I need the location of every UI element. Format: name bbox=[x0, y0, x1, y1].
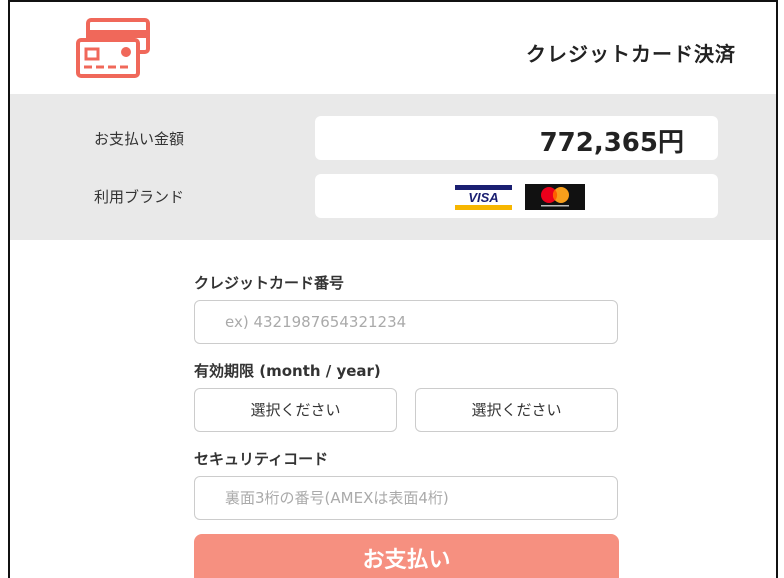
expiry-year-select[interactable]: 選択ください bbox=[415, 388, 618, 432]
page-title: クレジットカード決済 bbox=[526, 42, 736, 66]
security-code-label: セキュリティコード bbox=[194, 450, 329, 468]
amount-value: 772,365円 bbox=[539, 128, 684, 158]
card-number-label: クレジットカード番号 bbox=[194, 274, 345, 292]
credit-card-icon bbox=[76, 18, 150, 78]
visa-logo: VISA bbox=[455, 185, 512, 210]
payment-summary: お支払い金額 772,365円 利用ブランド VISA bbox=[10, 94, 776, 240]
amount-box: 772,365円 bbox=[315, 116, 718, 160]
amount-label: お支払い金額 bbox=[94, 130, 185, 148]
pay-button[interactable]: お支払い bbox=[194, 534, 619, 578]
security-code-input[interactable] bbox=[194, 476, 618, 520]
expiry-month-select[interactable]: 選択ください bbox=[194, 388, 397, 432]
svg-text:VISA: VISA bbox=[468, 190, 498, 205]
brand-box: VISA bbox=[315, 174, 718, 218]
mastercard-logo bbox=[525, 184, 585, 210]
expiry-label: 有効期限 (month / year) bbox=[194, 362, 381, 380]
brand-label: 利用ブランド bbox=[94, 188, 185, 206]
payment-panel: クレジットカード決済 お支払い金額 772,365円 利用ブランド VISA ク… bbox=[8, 0, 778, 578]
card-number-input[interactable] bbox=[194, 300, 618, 344]
header: クレジットカード決済 bbox=[10, 2, 776, 94]
